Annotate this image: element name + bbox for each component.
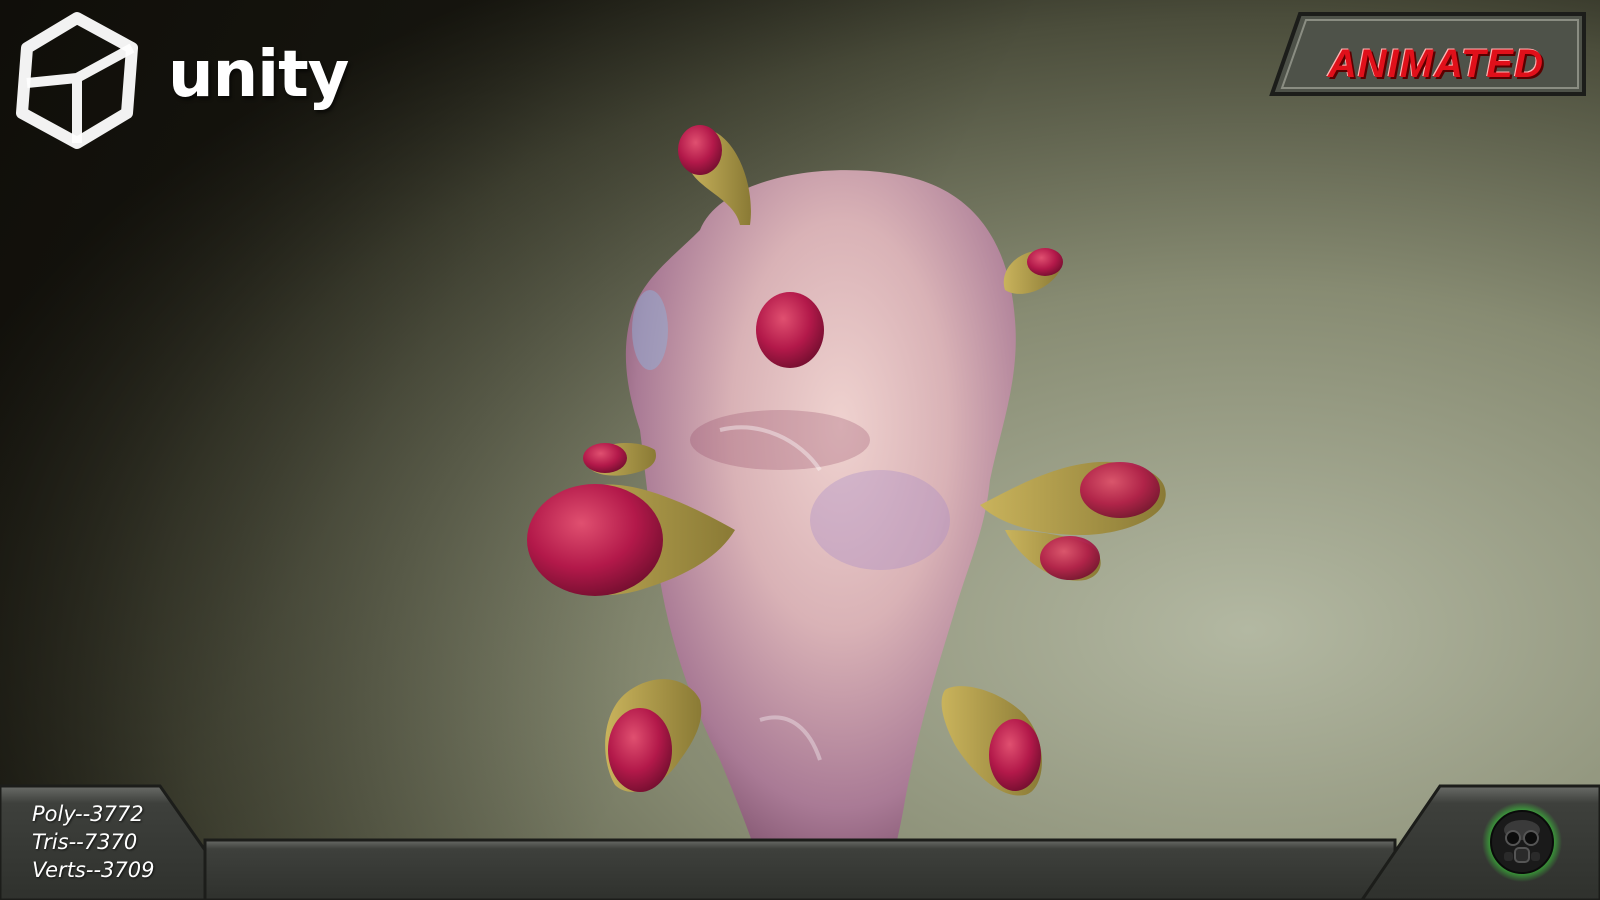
animated-badge: ANIMATED (1276, 14, 1584, 94)
brand-name: unity (168, 38, 349, 112)
unity-logo: unity (18, 14, 349, 124)
viewport-scene (0, 0, 1600, 900)
badge-label: ANIMATED (1327, 42, 1544, 86)
gas-mask-icon (1482, 802, 1562, 882)
